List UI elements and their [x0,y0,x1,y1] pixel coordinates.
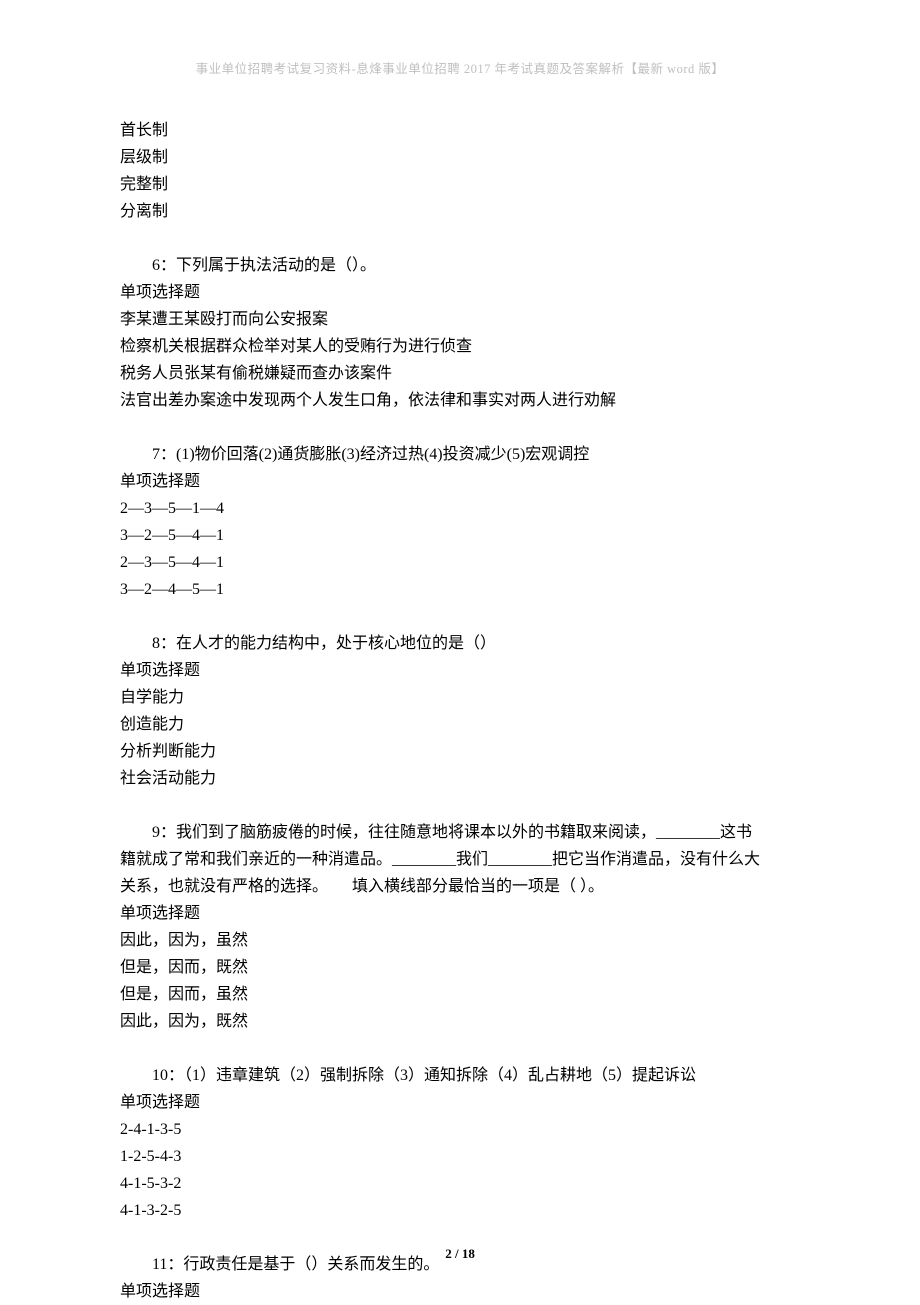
question-type: 单项选择题 [120,1089,800,1116]
option: 层级制 [120,144,800,171]
question-text: 8：在人才的能力结构中，处于核心地位的是（） [120,630,800,657]
question-5-options: 首长制 层级制 完整制 分离制 [120,117,800,225]
option: 但是，因而，既然 [120,954,800,981]
option: 3—2—4—5—1 [120,576,800,603]
option: 法官出差办案途中发现两个人发生口角，依法律和事实对两人进行劝解 [120,387,800,414]
option: 2-4-1-3-5 [120,1116,800,1143]
option: 自学能力 [120,684,800,711]
question-text-cont: 关系，也就没有严格的选择。 填入横线部分最恰当的一项是（ ）。 [120,873,800,900]
page-total: 18 [462,1246,475,1261]
option: 分离制 [120,198,800,225]
question-9: 9：我们到了脑筋疲倦的时候，往往随意地将课本以外的书籍取来阅读，________… [120,819,800,1035]
page-header: 事业单位招聘考试复习资料-息烽事业单位招聘 2017 年考试真题及答案解析【最新… [120,58,800,77]
option: 2—3—5—4—1 [120,549,800,576]
question-type: 单项选择题 [120,468,800,495]
option: 但是，因而，虽然 [120,981,800,1008]
question-type: 单项选择题 [120,279,800,306]
page-separator: / [452,1246,462,1261]
option: 李某遭王某殴打而向公安报案 [120,306,800,333]
option: 4-1-3-2-5 [120,1197,800,1224]
option: 首长制 [120,117,800,144]
option: 因此，因为，虽然 [120,927,800,954]
option: 因此，因为，既然 [120,1008,800,1035]
question-type: 单项选择题 [120,1278,800,1305]
question-text: 9：我们到了脑筋疲倦的时候，往往随意地将课本以外的书籍取来阅读，________… [120,819,800,846]
option: 2—3—5—1—4 [120,495,800,522]
option: 3—2—5—4—1 [120,522,800,549]
page-footer: 2 / 18 [0,1246,920,1262]
document-page: 事业单位招聘考试复习资料-息烽事业单位招聘 2017 年考试真题及答案解析【最新… [0,0,920,1305]
question-10: 10：（1）违章建筑（2）强制拆除（3）通知拆除（4）乱占耕地（5）提起诉讼 单… [120,1062,800,1224]
question-type: 单项选择题 [120,900,800,927]
question-text: 6：下列属于执法活动的是（）。 [120,252,800,279]
option: 4-1-5-3-2 [120,1170,800,1197]
question-7: 7：(1)物价回落(2)通货膨胀(3)经济过热(4)投资减少(5)宏观调控 单项… [120,441,800,603]
option: 检察机关根据群众检举对某人的受贿行为进行侦查 [120,333,800,360]
option: 分析判断能力 [120,738,800,765]
question-text: 7：(1)物价回落(2)通货膨胀(3)经济过热(4)投资减少(5)宏观调控 [120,441,800,468]
option: 完整制 [120,171,800,198]
option: 创造能力 [120,711,800,738]
page-content: 首长制 层级制 完整制 分离制 6：下列属于执法活动的是（）。 单项选择题 李某… [120,117,800,1305]
question-6: 6：下列属于执法活动的是（）。 单项选择题 李某遭王某殴打而向公安报案 检察机关… [120,252,800,414]
question-text-cont: 籍就成了常和我们亲近的一种消遣品。________我们________把它当作消… [120,846,800,873]
question-type: 单项选择题 [120,657,800,684]
question-8: 8：在人才的能力结构中，处于核心地位的是（） 单项选择题 自学能力 创造能力 分… [120,630,800,792]
option: 1-2-5-4-3 [120,1143,800,1170]
option: 社会活动能力 [120,765,800,792]
option: 税务人员张某有偷税嫌疑而查办该案件 [120,360,800,387]
question-text: 10：（1）违章建筑（2）强制拆除（3）通知拆除（4）乱占耕地（5）提起诉讼 [120,1062,800,1089]
